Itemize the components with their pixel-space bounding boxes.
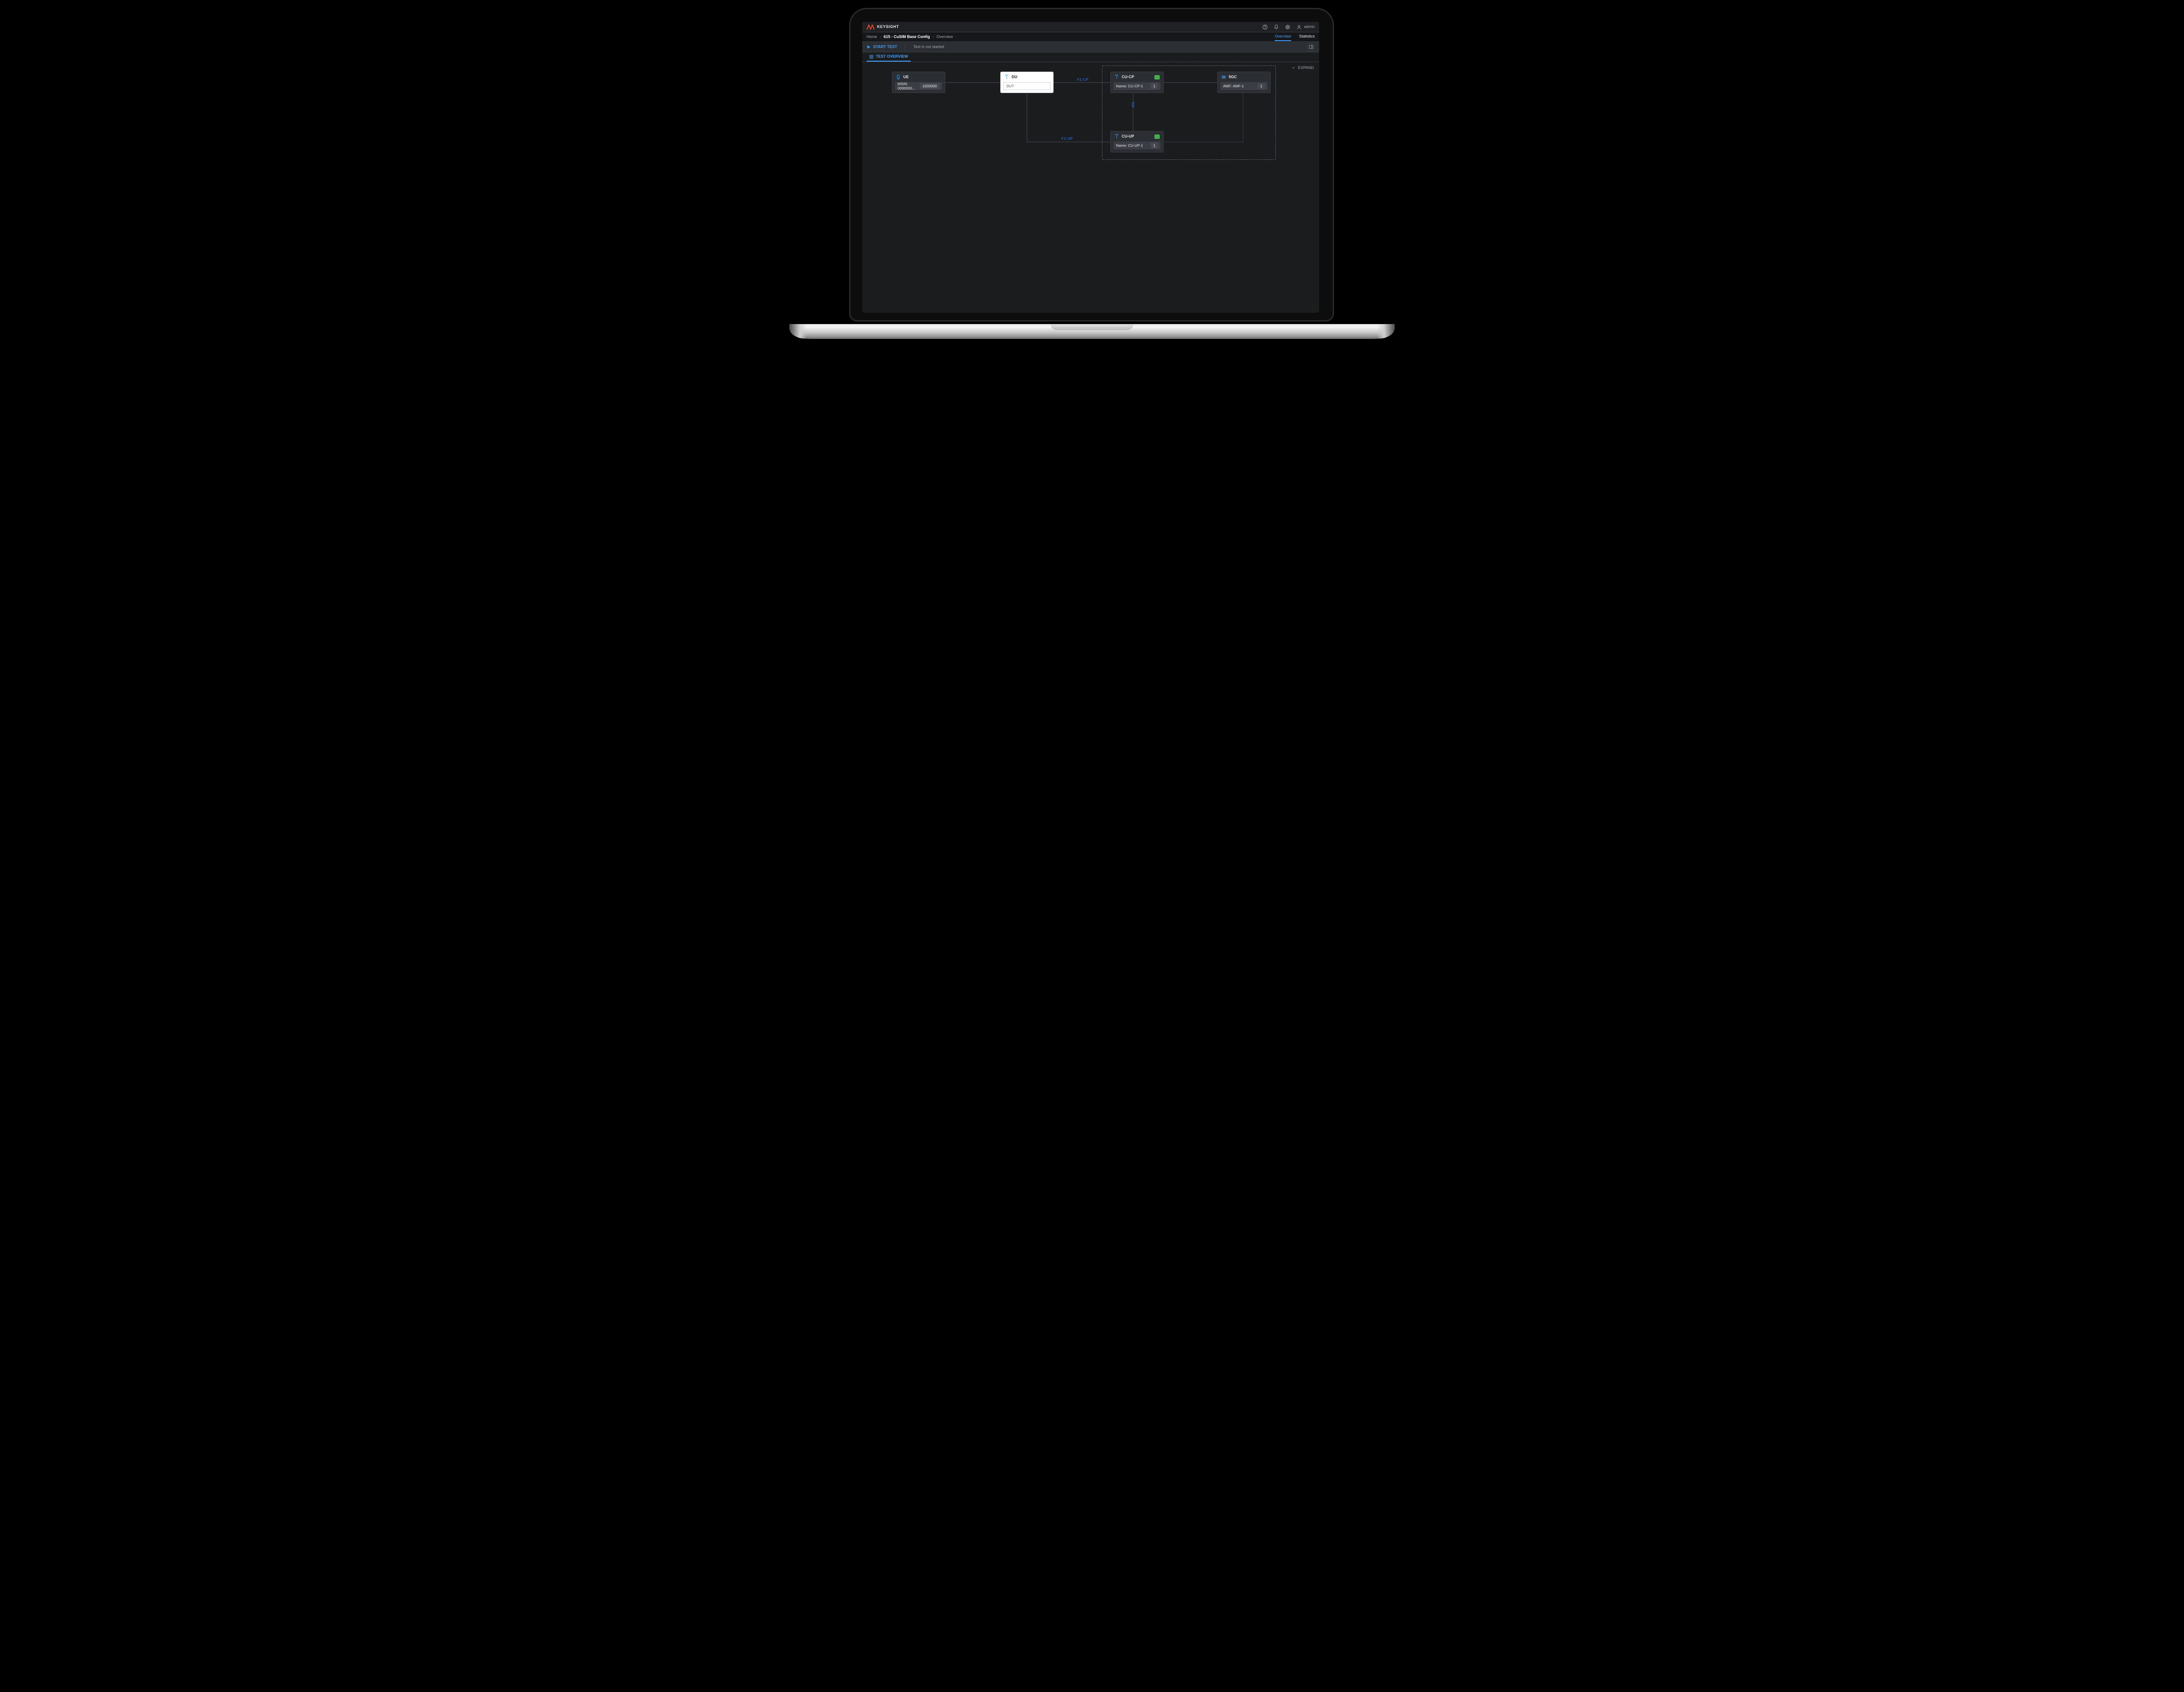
gear-icon[interactable]	[1285, 24, 1290, 30]
node-5gc[interactable]: 5GC AMF: AMF-1 1	[1217, 72, 1271, 93]
user-chip[interactable]: admin	[1296, 24, 1315, 30]
panel-icon	[1309, 45, 1313, 49]
expand-button[interactable]: EXPAND	[1291, 66, 1314, 70]
node-ue-field-label: MSIN: 0000000...	[898, 82, 917, 90]
node-cucp-head: CU-CP	[1111, 72, 1163, 82]
toolbar-left: START TEST Test is not started	[867, 44, 944, 50]
node-cucp-field-label: Name: CU-CP-1	[1116, 84, 1143, 88]
tab-overview[interactable]: Overview	[1275, 33, 1291, 41]
antenna-icon	[1114, 75, 1119, 79]
help-icon[interactable]	[1262, 24, 1268, 30]
node-cuup-head: CU-UP	[1111, 131, 1163, 142]
chevron-down-icon	[1291, 66, 1296, 70]
node-du-title: DU	[1012, 75, 1017, 79]
status-badge-icon	[1154, 75, 1160, 79]
brand-logo-icon	[867, 24, 874, 30]
node-cuup-title: CU-UP	[1122, 134, 1134, 139]
node-du[interactable]: DU DUT	[1000, 72, 1054, 93]
link-label-f1cp: F1-CP	[1077, 77, 1089, 82]
user-icon	[1296, 24, 1302, 30]
trackpad-notch	[1051, 324, 1133, 330]
subtab-label: TEST OVERVIEW	[876, 54, 908, 59]
crumb-home[interactable]: Home	[867, 35, 877, 39]
panel-toggle-button[interactable]	[1307, 43, 1315, 51]
bell-icon[interactable]	[1274, 24, 1279, 30]
tab-statistics[interactable]: Statistics	[1299, 33, 1315, 41]
antenna-icon	[1004, 75, 1009, 79]
topology-canvas: F1-CP F1-UP XN EXPAND UE MSIN	[862, 62, 1319, 313]
node-ue-head: UE	[892, 72, 945, 82]
crumb-config[interactable]: 615 - CuSIM Base Config	[884, 35, 930, 39]
node-cucp-field-value: 1	[1151, 83, 1158, 89]
link-label-f1up: F1-UP	[1061, 136, 1073, 141]
breadcrumb: Home › 615 - CuSIM Base Config › Overvie…	[867, 35, 953, 39]
test-status: Test is not started	[913, 45, 944, 49]
phone-icon	[896, 75, 901, 79]
brand[interactable]: KEYSIGHT	[867, 24, 899, 30]
chevron-right-icon: ›	[933, 35, 934, 39]
brand-name: KEYSIGHT	[877, 24, 899, 29]
core-icon	[1221, 75, 1226, 79]
subtab-bar: TEST OVERVIEW	[862, 52, 1319, 62]
node-5gc-field-label: AMF: AMF-1	[1223, 84, 1244, 88]
node-ue-title: UE	[903, 75, 909, 79]
chevron-right-icon: ›	[880, 35, 881, 39]
subtab-test-overview[interactable]: TEST OVERVIEW	[867, 52, 911, 62]
username: admin	[1304, 24, 1315, 29]
node-cuup[interactable]: CU-UP Name: CU-UP-1 1	[1110, 131, 1164, 152]
node-cuup-field-label: Name: CU-UP-1	[1116, 143, 1143, 148]
node-5gc-head: 5GC	[1218, 72, 1270, 82]
node-ue-field-value: 1000000	[920, 83, 940, 89]
node-du-head: DU	[1001, 72, 1053, 82]
laptop-shadow	[800, 337, 1384, 349]
node-cucp-title: CU-CP	[1122, 75, 1134, 79]
overview-icon	[869, 55, 874, 59]
node-cuup-field[interactable]: Name: CU-UP-1 1	[1113, 142, 1161, 149]
node-ue[interactable]: UE MSIN: 0000000... 1000000	[892, 72, 945, 93]
laptop-mockup: KEYSIGHT admin Home	[774, 0, 1410, 357]
antenna-icon	[1114, 134, 1119, 139]
node-cuup-field-value: 1	[1151, 142, 1158, 148]
node-ue-field[interactable]: MSIN: 0000000... 1000000	[895, 82, 942, 90]
app-header: KEYSIGHT admin	[862, 22, 1319, 32]
base-edge-left	[789, 324, 807, 339]
breadcrumb-row: Home › 615 - CuSIM Base Config › Overvie…	[862, 32, 1319, 42]
start-test-label: START TEST	[873, 45, 897, 49]
expand-label: EXPAND	[1298, 66, 1314, 70]
node-5gc-title: 5GC	[1229, 75, 1237, 79]
crumb-page: Overview	[936, 35, 953, 39]
node-5gc-field-value: 1	[1258, 83, 1265, 89]
laptop-base	[789, 324, 1395, 339]
base-edge-right	[1377, 324, 1395, 339]
nav-tabs: Overview Statistics	[1275, 33, 1315, 41]
play-icon	[867, 45, 871, 49]
node-du-field-label: DUT	[1006, 84, 1014, 88]
node-cucp-field[interactable]: Name: CU-CP-1 1	[1113, 82, 1161, 90]
node-cucp[interactable]: CU-CP Name: CU-CP-1 1	[1110, 72, 1164, 93]
header-actions: admin	[1262, 24, 1315, 30]
node-du-field[interactable]: DUT	[1003, 82, 1051, 90]
node-5gc-field[interactable]: AMF: AMF-1 1	[1220, 82, 1268, 90]
toolbar: START TEST Test is not started	[862, 42, 1319, 52]
app-screen: KEYSIGHT admin Home	[862, 22, 1319, 313]
status-badge-icon	[1154, 135, 1160, 139]
start-test-button[interactable]: START TEST	[867, 45, 897, 49]
